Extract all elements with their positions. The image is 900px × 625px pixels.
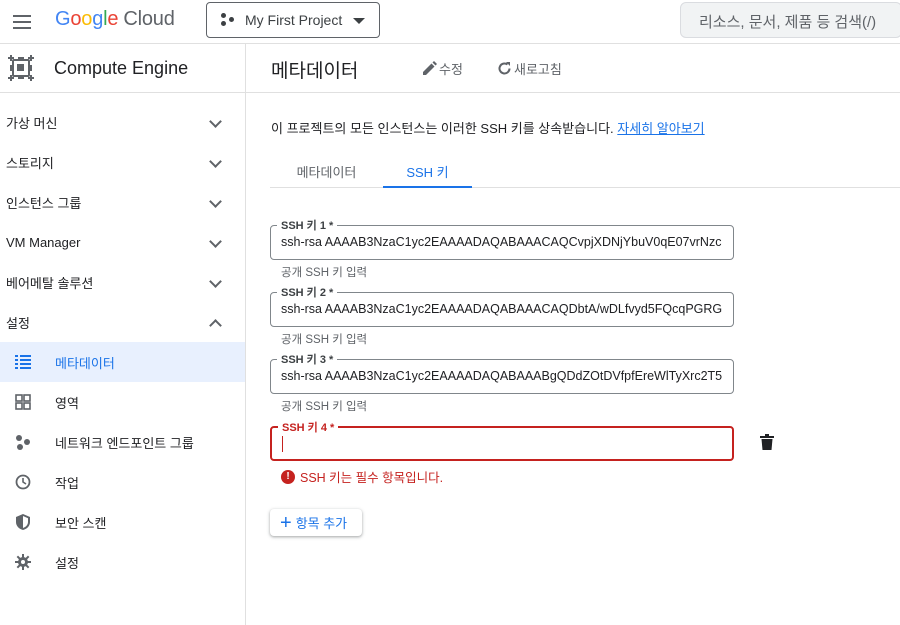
text-cursor — [282, 436, 283, 452]
sidebar-group-label: VM Manager — [6, 234, 81, 250]
shield-icon — [15, 514, 31, 530]
sidebar-group-label: 가상 머신 — [6, 115, 58, 131]
list-icon — [15, 354, 31, 370]
tab-ssh-keys[interactable]: SSH 키 — [383, 154, 472, 188]
ssh-key-3-field[interactable]: SSH 키 3 * ssh-rsa AAAAB3NzaC1yc2EAAAADAQ… — [270, 351, 734, 394]
sidebar-item-settings[interactable]: 설정 — [0, 542, 245, 582]
chevron-down-icon — [209, 235, 222, 248]
error-message: ! SSH 키는 필수 항목입니다. — [281, 467, 443, 486]
ssh-key-1-hint: 공개 SSH 키 입력 — [281, 267, 368, 279]
ssh-key-3-hint: 공개 SSH 키 입력 — [281, 401, 368, 413]
error-text: SSH 키는 필수 항목입니다. — [300, 471, 444, 485]
sidebar-item-label: 메타데이터 — [55, 355, 115, 371]
ssh-key-1-value: ssh-rsa AAAAB3NzaC1yc2EAAAADAQABAAACAQCv… — [281, 235, 722, 249]
sidebar-item-label: 보안 스캔 — [55, 515, 107, 531]
sidebar-item-zones[interactable]: 영역 — [0, 382, 245, 422]
logo-letter: e — [107, 8, 119, 30]
sidebar-group-label: 인스턴스 그룹 — [6, 195, 82, 211]
plus-icon: + — [280, 511, 292, 534]
dropdown-arrow-icon — [353, 18, 365, 24]
zones-icon — [15, 394, 31, 410]
ssh-key-2-hint: 공개 SSH 키 입력 — [281, 334, 368, 346]
chevron-up-icon — [209, 319, 222, 332]
chevron-down-icon — [209, 275, 222, 288]
google-cloud-logo[interactable]: Google Cloud — [55, 8, 175, 31]
pencil-icon — [423, 61, 437, 75]
compute-engine-icon — [6, 53, 36, 83]
project-icon — [221, 13, 235, 27]
project-name: My First Project — [245, 12, 343, 28]
edit-button-label: 수정 — [439, 62, 463, 77]
learn-more-link[interactable]: 자세히 알아보기 — [617, 121, 704, 136]
tab-metadata[interactable]: 메타데이터 — [270, 154, 383, 188]
sidebar-item-label: 네트워크 엔드포인트 그룹 — [55, 435, 194, 451]
logo-letter: g — [92, 8, 104, 30]
logo-letter: o — [70, 8, 82, 30]
sidebar-group-label: 베어메탈 솔루션 — [6, 275, 94, 291]
add-item-button[interactable]: + 항목 추가 — [270, 509, 362, 536]
page-header: 메타데이터 수정 새로고침 — [246, 44, 900, 93]
product-header: Compute Engine — [0, 44, 245, 93]
menu-icon[interactable] — [13, 12, 35, 32]
ssh-key-2-field[interactable]: SSH 키 2 * ssh-rsa AAAAB3NzaC1yc2EAAAADAQ… — [270, 284, 734, 327]
ssh-key-3-label: SSH 키 3 * — [277, 351, 338, 367]
info-text-row: 이 프로젝트의 모든 인스턴스는 이러한 SSH 키를 상속받습니다. 자세히 … — [271, 118, 705, 137]
ssh-key-3-value: ssh-rsa AAAAB3NzaC1yc2EAAAADAQABAAABgQDd… — [281, 369, 723, 383]
page-title: 메타데이터 — [271, 61, 359, 82]
edit-button[interactable]: 수정 — [422, 59, 463, 78]
info-text: 이 프로젝트의 모든 인스턴스는 이러한 SSH 키를 상속받습니다. — [271, 121, 614, 136]
search-input[interactable]: 리소스, 문서, 제품 등 검색(/) — [680, 2, 900, 38]
ssh-key-2-value: ssh-rsa AAAAB3NzaC1yc2EAAAADAQABAAACAQDb… — [281, 302, 723, 316]
refresh-button-label: 새로고침 — [514, 62, 562, 77]
sidebar-group-settings[interactable]: 설정 — [0, 302, 245, 342]
ssh-key-1-label: SSH 키 1 * — [277, 217, 338, 233]
ssh-key-4-label: SSH 키 4 * — [278, 419, 339, 435]
logo-letter: o — [81, 8, 93, 30]
sidebar-item-label: 작업 — [55, 475, 79, 491]
delete-icon[interactable] — [760, 434, 774, 455]
error-icon: ! — [281, 469, 295, 484]
sidebar-item-security-scan[interactable]: 보안 스캔 — [0, 502, 245, 542]
ssh-key-2-label: SSH 키 2 * — [277, 284, 338, 300]
ssh-key-1-field[interactable]: SSH 키 1 * ssh-rsa AAAAB3NzaC1yc2EAAAADAQ… — [270, 217, 734, 260]
chevron-down-icon — [209, 155, 222, 168]
sidebar-group-bare-metal[interactable]: 베어메탈 솔루션 — [0, 262, 245, 302]
sidebar-item-label: 설정 — [55, 555, 79, 571]
sidebar-group-label: 설정 — [6, 315, 30, 331]
main-content: 메타데이터 수정 새로고침 이 프로젝트의 모든 인스턴스는 이러한 SSH 키… — [246, 44, 900, 625]
logo-letter: G — [55, 8, 71, 30]
refresh-button[interactable]: 새로고침 — [497, 59, 562, 78]
gear-icon — [15, 554, 31, 570]
ssh-key-4-field[interactable]: SSH 키 4 * — [270, 419, 734, 461]
chevron-down-icon — [209, 195, 222, 208]
tab-bar: 메타데이터 SSH 키 — [270, 154, 900, 188]
sidebar-item-metadata[interactable]: 메타데이터 — [0, 342, 245, 382]
sidebar-group-instance-groups[interactable]: 인스턴스 그룹 — [0, 182, 245, 222]
logo-cloud-text: Cloud — [123, 8, 175, 30]
sidebar-group-storage[interactable]: 스토리지 — [0, 142, 245, 182]
chevron-down-icon — [209, 115, 222, 128]
sidebar-item-label: 영역 — [55, 395, 79, 411]
product-title: Compute Engine — [54, 57, 189, 78]
sidebar-group-vm-manager[interactable]: VM Manager — [0, 222, 245, 262]
sidebar-item-neg[interactable]: 네트워크 엔드포인트 그룹 — [0, 422, 245, 462]
sidebar-item-operations[interactable]: 작업 — [0, 462, 245, 502]
network-icon — [15, 434, 31, 450]
refresh-icon — [498, 62, 511, 75]
clock-icon — [15, 474, 31, 490]
sidebar-group-vm[interactable]: 가상 머신 — [0, 102, 245, 142]
project-picker[interactable]: My First Project — [206, 2, 380, 38]
top-bar: Google Cloud My First Project 리소스, 문서, 제품… — [0, 0, 900, 44]
sidebar-group-label: 스토리지 — [6, 155, 54, 171]
add-item-label: 항목 추가 — [295, 516, 348, 531]
sidebar: Compute Engine 가상 머신 스토리지 인스턴스 그룹 VM Man… — [0, 44, 246, 625]
